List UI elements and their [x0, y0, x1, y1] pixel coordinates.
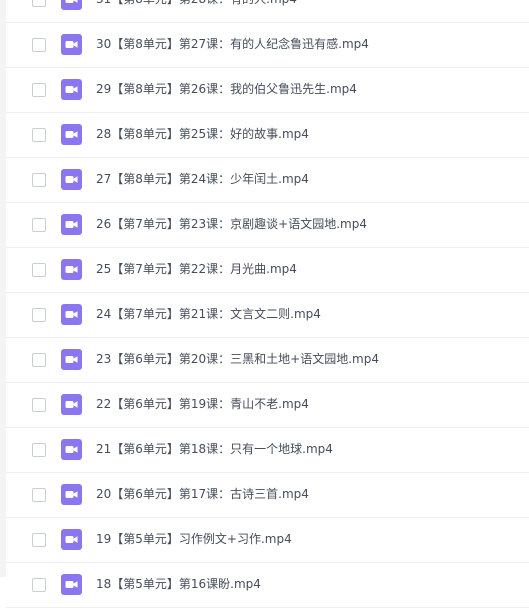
video-file-icon	[61, 574, 82, 595]
row-checkbox[interactable]	[32, 443, 46, 457]
row-checkbox[interactable]	[32, 83, 46, 97]
file-row[interactable]: 23【第6单元】第20课：三黑和土地+语文园地.mp4	[6, 338, 529, 383]
video-file-icon	[61, 214, 82, 235]
row-checkbox[interactable]	[32, 488, 46, 502]
file-row[interactable]: 24【第7单元】第21课：文言文二则.mp4	[6, 293, 529, 338]
file-name[interactable]: 18【第5单元】第16课盼.mp4	[96, 576, 261, 593]
file-row[interactable]: 21【第6单元】第18课：只有一个地球.mp4	[6, 428, 529, 473]
file-name[interactable]: 24【第7单元】第21课：文言文二则.mp4	[96, 306, 321, 323]
video-file-icon	[61, 79, 82, 100]
file-name[interactable]: 22【第6单元】第19课：青山不老.mp4	[96, 396, 309, 413]
file-name[interactable]: 29【第8单元】第26课：我的伯父鲁迅先生.mp4	[96, 81, 357, 98]
video-file-icon	[61, 34, 82, 55]
video-file-icon	[61, 259, 82, 280]
row-checkbox[interactable]	[32, 218, 46, 232]
row-checkbox[interactable]	[32, 38, 46, 52]
file-row[interactable]: 31【第8单元】第28课：有的人.mp4	[6, 0, 529, 23]
file-name[interactable]: 28【第8单元】第25课：好的故事.mp4	[96, 126, 309, 143]
file-list: 31【第8单元】第28课：有的人.mp4 30【第8单元】第27课：有的人纪念鲁迅…	[6, 0, 529, 608]
file-row[interactable]: 19【第5单元】习作例文+习作.mp4	[6, 518, 529, 563]
file-name[interactable]: 19【第5单元】习作例文+习作.mp4	[96, 531, 292, 548]
row-checkbox[interactable]	[32, 308, 46, 322]
file-row[interactable]: 27【第8单元】第24课：少年闰土.mp4	[6, 158, 529, 203]
file-name[interactable]: 26【第7单元】第23课：京剧趣谈+语文园地.mp4	[96, 216, 367, 233]
video-file-icon	[61, 529, 82, 550]
video-file-icon	[61, 169, 82, 190]
video-file-icon	[61, 124, 82, 145]
row-checkbox[interactable]	[32, 533, 46, 547]
video-file-icon	[61, 349, 82, 370]
file-name[interactable]: 23【第6单元】第20课：三黑和土地+语文园地.mp4	[96, 351, 379, 368]
video-file-icon	[61, 0, 82, 10]
file-name[interactable]: 30【第8单元】第27课：有的人纪念鲁迅有感.mp4	[96, 36, 369, 53]
row-checkbox[interactable]	[32, 0, 46, 7]
video-file-icon	[61, 439, 82, 460]
file-row[interactable]: 20【第6单元】第17课：古诗三首.mp4	[6, 473, 529, 518]
file-name[interactable]: 21【第6单元】第18课：只有一个地球.mp4	[96, 441, 333, 458]
file-name[interactable]: 20【第6单元】第17课：古诗三首.mp4	[96, 486, 309, 503]
row-checkbox[interactable]	[32, 578, 46, 592]
file-row[interactable]: 26【第7单元】第23课：京剧趣谈+语文园地.mp4	[6, 203, 529, 248]
file-row[interactable]: 29【第8单元】第26课：我的伯父鲁迅先生.mp4	[6, 68, 529, 113]
file-row[interactable]: 18【第5单元】第16课盼.mp4	[6, 563, 529, 608]
row-checkbox[interactable]	[32, 398, 46, 412]
file-row[interactable]: 25【第7单元】第22课：月光曲.mp4	[6, 248, 529, 293]
file-name[interactable]: 27【第8单元】第24课：少年闰土.mp4	[96, 171, 309, 188]
row-checkbox[interactable]	[32, 173, 46, 187]
file-name[interactable]: 31【第8单元】第28课：有的人.mp4	[96, 0, 297, 8]
video-file-icon	[61, 304, 82, 325]
video-file-icon	[61, 394, 82, 415]
video-file-icon	[61, 484, 82, 505]
file-row[interactable]: 28【第8单元】第25课：好的故事.mp4	[6, 113, 529, 158]
row-checkbox[interactable]	[32, 353, 46, 367]
file-name[interactable]: 25【第7单元】第22课：月光曲.mp4	[96, 261, 297, 278]
file-row[interactable]: 30【第8单元】第27课：有的人纪念鲁迅有感.mp4	[6, 23, 529, 68]
row-checkbox[interactable]	[32, 263, 46, 277]
row-checkbox[interactable]	[32, 128, 46, 142]
file-row[interactable]: 22【第6单元】第19课：青山不老.mp4	[6, 383, 529, 428]
